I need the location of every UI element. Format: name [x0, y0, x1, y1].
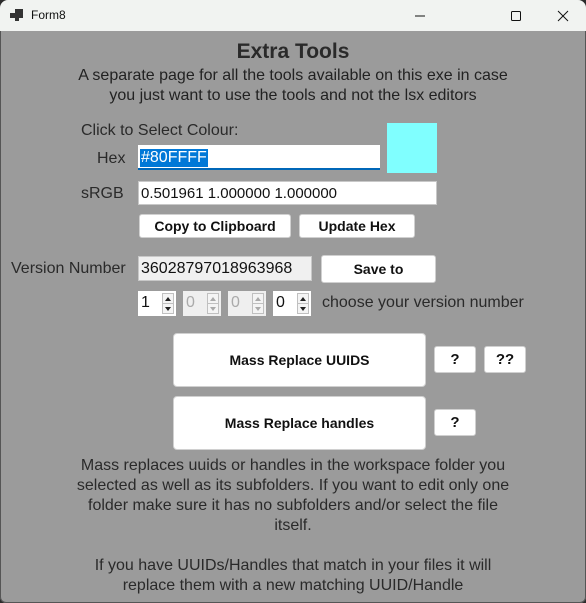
maximize-icon	[511, 10, 521, 21]
copy-to-clipboard-button[interactable]: Copy to Clipboard	[139, 214, 291, 238]
spinner-value: 0	[276, 294, 285, 311]
uuids-extended-help-button[interactable]: ??	[484, 346, 526, 373]
spinner-value: 0	[186, 294, 195, 311]
page-subtitle: A separate page for all the tools availa…	[0, 66, 586, 106]
version-number-value: 36028797018963968	[141, 259, 293, 277]
spinner-down-arrow-icon[interactable]	[298, 304, 308, 313]
minimize-icon	[415, 15, 425, 16]
version-hint-label: choose your version number	[322, 294, 524, 311]
spinner-value: 0	[231, 294, 240, 311]
close-button[interactable]	[540, 0, 586, 31]
minimize-button[interactable]	[397, 0, 443, 31]
spinner-up-arrow-icon[interactable]	[298, 294, 308, 304]
close-icon	[557, 10, 569, 21]
app-icon	[10, 9, 24, 21]
hex-value: #80FFFF	[140, 148, 208, 167]
maximize-button[interactable]	[493, 0, 539, 31]
srgb-label: sRGB	[81, 185, 124, 202]
subtitle-line: you just want to use the tools and not t…	[109, 87, 477, 104]
version-spinner-minor: 0	[183, 291, 221, 316]
hex-input[interactable]: #80FFFF	[138, 145, 380, 170]
hex-input-focus-underline	[138, 168, 380, 170]
form-window: Form8 Extra Tools A separate page for al…	[0, 0, 586, 603]
colour-swatch[interactable]	[387, 123, 437, 173]
spinner-value: 1	[141, 294, 150, 311]
hex-label: Hex	[97, 150, 126, 167]
save-to-button[interactable]: Save to	[321, 255, 436, 283]
spinner-up-arrow-icon	[208, 294, 218, 304]
description-line: replace them with a new matching UUID/Ha…	[122, 577, 464, 594]
description-line	[0, 536, 586, 556]
select-colour-label[interactable]: Click to Select Colour:	[81, 122, 238, 140]
page-title: Extra Tools	[236, 40, 350, 63]
title-bar[interactable]: Form8	[0, 0, 586, 31]
handles-help-button[interactable]: ?	[434, 409, 476, 436]
version-spinner-revision: 0	[228, 291, 266, 316]
mass-replace-description: Mass replaces uuids or handles in the wo…	[0, 456, 586, 596]
spinner-down-arrow-icon	[208, 304, 218, 313]
version-number-field[interactable]: 36028797018963968	[138, 256, 312, 281]
srgb-value: 0.501961 1.000000 1.000000	[141, 184, 338, 202]
description-line: Mass replaces uuids or handles in the wo…	[80, 457, 506, 474]
spinner-down-arrow-icon	[253, 304, 263, 313]
spinner-up-arrow-icon	[253, 294, 263, 304]
description-line: folder make sure it has no subfolders an…	[88, 497, 498, 514]
description-line: If you have UUIDs/Handles that match in …	[94, 557, 492, 574]
spinner-up-arrow-icon[interactable]	[163, 294, 173, 304]
version-spinner-major[interactable]: 1	[138, 291, 176, 316]
window-title: Form8	[31, 8, 66, 22]
update-hex-button[interactable]: Update Hex	[299, 214, 415, 238]
subtitle-line: A separate page for all the tools availa…	[78, 67, 508, 84]
description-line: selected as well as its subfolders. If y…	[76, 477, 510, 494]
mass-replace-handles-button[interactable]: Mass Replace handles	[173, 396, 426, 450]
uuids-help-button[interactable]: ?	[434, 346, 476, 373]
mass-replace-uuids-button[interactable]: Mass Replace UUIDS	[173, 333, 426, 387]
spinner-down-arrow-icon[interactable]	[163, 304, 173, 313]
version-number-label: Version Number	[11, 260, 126, 277]
srgb-input[interactable]: 0.501961 1.000000 1.000000	[138, 181, 437, 205]
version-spinner-build[interactable]: 0	[273, 291, 311, 316]
description-line: itself.	[274, 517, 312, 534]
